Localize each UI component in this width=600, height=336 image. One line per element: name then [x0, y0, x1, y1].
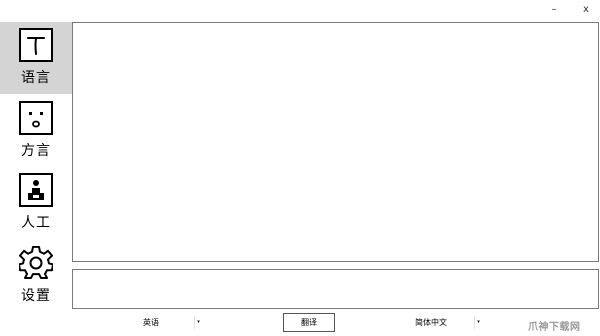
source-text-input[interactable]: [73, 23, 598, 261]
translate-button[interactable]: 翻译: [283, 313, 335, 332]
gear-icon: [19, 246, 53, 280]
person-podium-icon: [19, 173, 53, 207]
result-text-area[interactable]: [72, 269, 599, 309]
target-language-value: 简体中文: [415, 318, 447, 327]
result-text-output[interactable]: [73, 270, 598, 308]
sidebar-item-label: 语言: [21, 70, 51, 86]
chevron-down-icon[interactable]: ▾: [474, 316, 482, 329]
sidebar-item-settings[interactable]: 设置: [0, 240, 72, 312]
source-text-area[interactable]: [72, 22, 599, 262]
sidebar: 语言 方言 人工 设置: [0, 22, 72, 336]
minimize-button[interactable]: –: [540, 2, 568, 18]
sidebar-item-label: 设置: [21, 288, 51, 304]
source-language-select[interactable]: 英语 ▾: [100, 316, 202, 329]
source-language-value: 英语: [143, 318, 159, 327]
sidebar-item-label: 人工: [21, 215, 51, 231]
text-t-icon: [19, 28, 53, 62]
sidebar-item-dialect[interactable]: 方言: [0, 95, 72, 167]
target-language-select[interactable]: 简体中文 ▾: [380, 316, 482, 329]
chevron-down-icon[interactable]: ▾: [194, 316, 202, 329]
sidebar-item-language[interactable]: 语言: [0, 22, 72, 94]
title-bar: – x: [0, 0, 600, 20]
watermark-text: 爪神下载网: [528, 322, 581, 333]
app-window: – x 语言 方言 人工 设置 英语 ▾ 翻译 简体中文 ▾ 爪神下载网: [0, 0, 600, 336]
sidebar-item-label: 方言: [21, 143, 51, 159]
close-button[interactable]: x: [572, 2, 600, 18]
sidebar-item-human[interactable]: 人工: [0, 167, 72, 239]
face-icon: [19, 101, 53, 135]
